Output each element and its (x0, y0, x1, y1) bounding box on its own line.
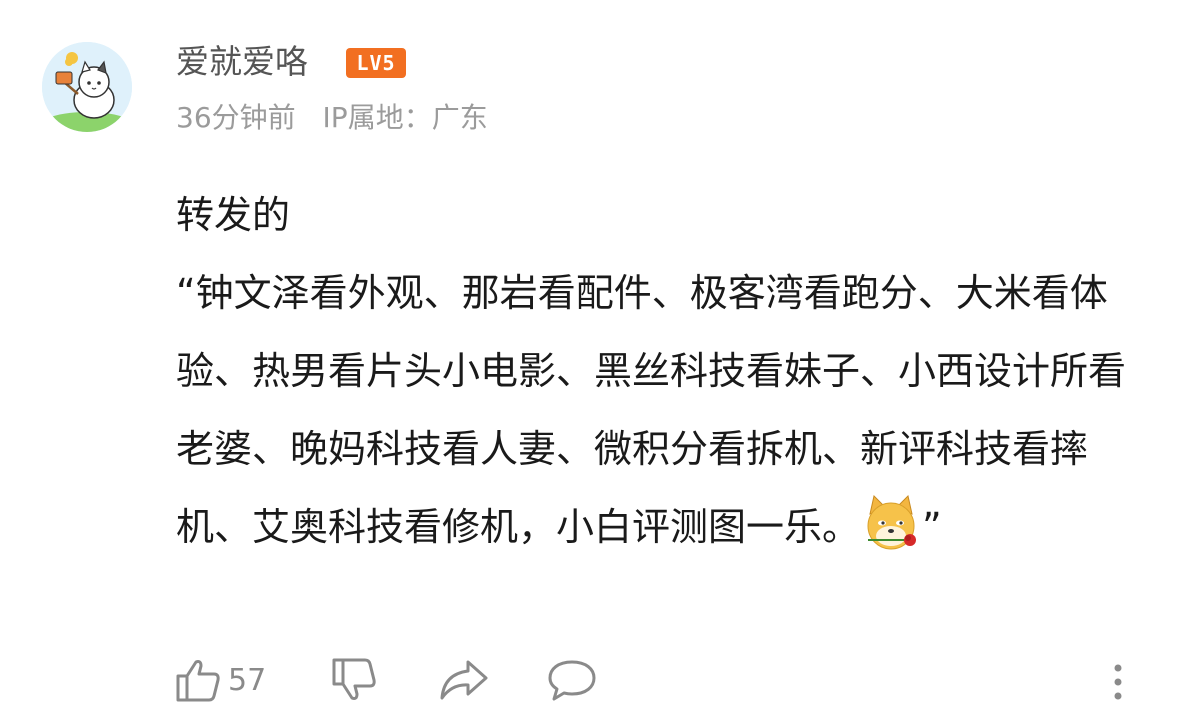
share-button[interactable] (438, 656, 490, 704)
dislike-button[interactable] (330, 656, 378, 704)
quote-close: ” (922, 505, 942, 549)
comment-body: 转发的 “钟文泽看外观、那岩看配件、极客湾看跑分、大米看体验、热男看片头小电影、… (176, 176, 1126, 566)
dog-rose-emoji (867, 495, 917, 550)
share-icon (440, 660, 488, 700)
avatar-image (42, 42, 132, 132)
quote-text: “钟文泽看外观、那岩看配件、极客湾看跑分、大米看体验、热男看片头小电影、黑丝科技… (176, 271, 1127, 549)
comment-quote: “钟文泽看外观、那岩看配件、极客湾看跑分、大米看体验、热男看片头小电影、黑丝科技… (176, 254, 1126, 566)
reply-button[interactable] (546, 656, 598, 704)
more-icon (1114, 664, 1122, 700)
comment-line-1: 转发的 (176, 193, 291, 237)
thumbs-down-icon (332, 658, 376, 700)
comment-icon (548, 660, 596, 701)
like-count: 57 (228, 662, 267, 698)
level-badge: LV5 (346, 48, 406, 78)
like-button[interactable]: 57 (174, 656, 266, 704)
ip-location: IP属地：广东 (322, 101, 488, 134)
avatar[interactable] (42, 42, 132, 132)
action-bar: 57 (0, 656, 1179, 716)
username[interactable]: 爱就爱咯 (176, 40, 308, 84)
post-time: 36分钟前 (176, 101, 296, 134)
more-button[interactable] (1106, 656, 1130, 704)
comment-meta: 36分钟前 IP属地：广东 (176, 98, 488, 138)
thumbs-up-icon (176, 660, 220, 702)
